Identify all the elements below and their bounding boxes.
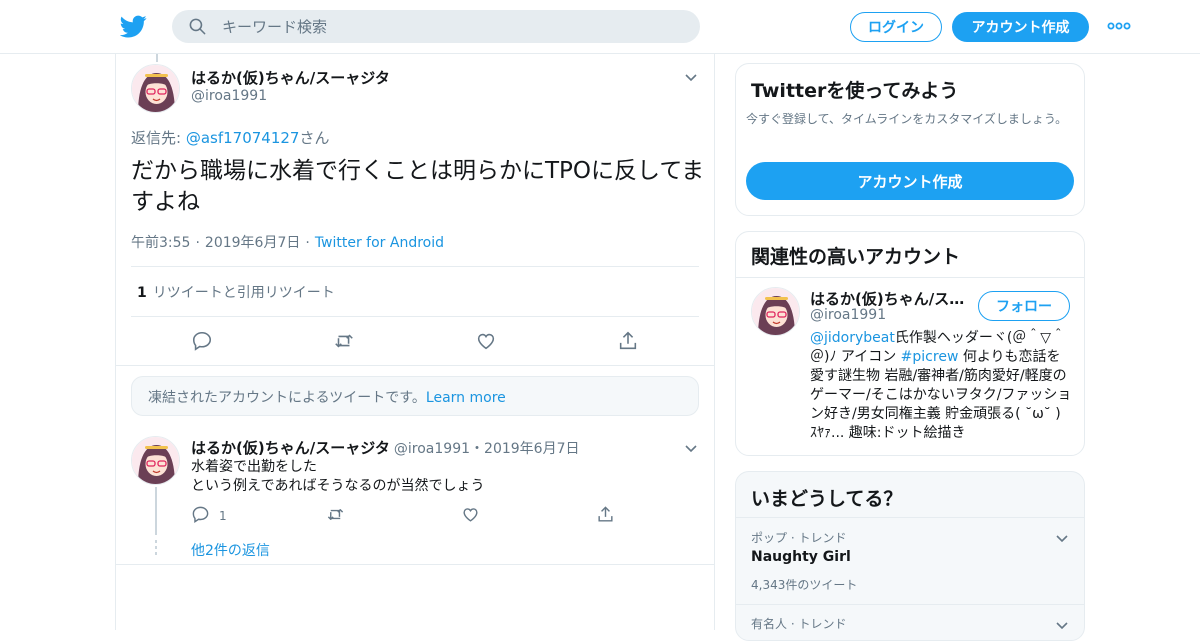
tweet-metadata: 午前3:55 · 2019年6月7日 · Twitter for Android: [131, 235, 445, 251]
reply-icon[interactable]: [191, 505, 210, 524]
retweet-stats[interactable]: 1 リツイートと引用リツイート: [137, 282, 335, 302]
show-more-replies-link[interactable]: 他2件の返信: [191, 540, 270, 560]
signup-card-title: Twitterを使ってみよう: [751, 80, 959, 102]
trends-card: いまどうしてる？ ポップ · トレンド Naughty Girl 4,343件の…: [735, 471, 1085, 641]
related-account-name[interactable]: はるか(仮)ちゃん/スーャジタ: [810, 288, 970, 309]
trends-title: いまどうしてる？: [751, 488, 903, 510]
avatar-illustration: [132, 65, 179, 112]
reply-suffix: さん: [299, 129, 330, 147]
thread-connector: [156, 54, 158, 62]
reply-icon[interactable]: [191, 330, 213, 352]
share-icon[interactable]: [617, 330, 639, 352]
divider: [131, 316, 699, 317]
avatar-illustration: [132, 437, 179, 484]
signup-card: Twitterを使ってみよう 今すぐ登録して、タイムラインをカスタマイズしましょ…: [735, 63, 1085, 216]
reply-header: はるか(仮)ちゃん/スーャジタ @iroa1991・2019年6月7日: [191, 437, 579, 458]
bio-mention-link[interactable]: @jidorybeat: [810, 330, 895, 346]
divider: [116, 365, 714, 366]
bio-hashtag-link[interactable]: #picrew: [901, 349, 959, 365]
signup-button[interactable]: アカウント作成: [952, 12, 1089, 42]
reply-date[interactable]: 2019年6月7日: [484, 441, 579, 457]
divider: [131, 266, 699, 267]
avatar[interactable]: [751, 287, 800, 336]
related-accounts-card: 関連性の高いアカウント はるか(仮)ちゃん/スーャジタ @iroa1991 フォ…: [735, 231, 1085, 456]
reply-text-line: という例えであればそうなるのが当然でしょう: [191, 478, 485, 494]
chevron-down-icon[interactable]: [1054, 530, 1070, 546]
tweet-time: 午前3:55: [131, 235, 191, 251]
author-name[interactable]: はるか(仮)ちゃん/スーャジタ: [191, 67, 390, 88]
reply-count: 1: [219, 509, 227, 523]
chevron-down-icon[interactable]: [683, 440, 699, 456]
avatar[interactable]: [131, 64, 180, 113]
chevron-down-icon[interactable]: [1054, 617, 1070, 633]
author-name[interactable]: はるか(仮)ちゃん/スーャジタ: [191, 439, 390, 457]
reply-text: 水着姿で出勤をした という例えであればそうなるのが当然でしょう: [191, 458, 484, 496]
reply-prefix: 返信先:: [131, 129, 186, 147]
learn-more-link[interactable]: Learn more: [426, 390, 506, 406]
related-accounts-title: 関連性の高いアカウント: [751, 246, 961, 268]
thread-connector: [155, 487, 157, 535]
thread-dots: [155, 540, 157, 558]
follow-button[interactable]: フォロー: [978, 291, 1070, 321]
main-column: はるか(仮)ちゃん/スーャジタ @iroa1991 返信先: @asf17074…: [115, 54, 715, 630]
suspended-account-notice: 凍結されたアカウントによるツイートです。Learn more: [131, 376, 699, 416]
reply-to-handle-link[interactable]: @asf17074127: [186, 129, 300, 147]
like-heart-icon[interactable]: [461, 505, 480, 524]
tweet-source-link[interactable]: Twitter for Android: [315, 235, 444, 251]
search-box[interactable]: [172, 10, 700, 43]
like-heart-icon[interactable]: [475, 330, 497, 352]
tweet-date: 2019年6月7日: [204, 235, 301, 251]
related-account-handle[interactable]: @iroa1991: [810, 307, 886, 323]
retweet-icon[interactable]: [333, 330, 355, 352]
trend-name: Naughty Girl: [751, 549, 851, 565]
retweet-icon[interactable]: [326, 505, 345, 524]
author-handle[interactable]: @iroa1991: [191, 88, 267, 104]
more-options-icon[interactable]: [1106, 19, 1132, 33]
avatar-illustration: [752, 288, 799, 335]
twitter-bird-icon[interactable]: [120, 13, 147, 40]
retweet-label: リツイートと引用リツイート: [152, 285, 335, 301]
share-icon[interactable]: [596, 505, 615, 524]
avatar[interactable]: [131, 436, 180, 485]
divider: [736, 277, 1084, 278]
reply-text-line: 水着姿で出勤をした: [191, 459, 317, 475]
chevron-down-icon[interactable]: [683, 69, 699, 85]
suspended-text: 凍結されたアカウントによるツイートです。: [148, 390, 426, 406]
search-input[interactable]: [222, 10, 682, 43]
tweet-text: だから職場に水着で行くことは明らかにTPOに反してますよね: [131, 158, 705, 215]
trend-item[interactable]: 有名人 · トレンド: [736, 605, 1084, 640]
signup-card-button[interactable]: アカウント作成: [746, 162, 1074, 200]
signup-card-subtitle: 今すぐ登録して、タイムラインをカスタマイズしましょう。: [746, 112, 1068, 126]
login-button[interactable]: ログイン: [850, 12, 942, 42]
reply-context: 返信先: @asf17074127さん: [131, 127, 329, 148]
retweet-count: 1: [137, 285, 147, 301]
related-account-bio: @jidorybeat氏作製ヘッダーヾ(＠＾▽＾＠)ﾉ アイコン #picrew…: [810, 329, 1072, 443]
trend-context: 有名人 · トレンド: [751, 617, 847, 631]
search-icon: [189, 18, 206, 35]
separator: ・: [470, 441, 485, 457]
author-handle[interactable]: @iroa1991: [394, 441, 470, 457]
top-bar: ログイン アカウント作成: [0, 0, 1200, 54]
trend-context: ポップ · トレンド: [751, 531, 847, 545]
trend-item[interactable]: ポップ · トレンド Naughty Girl 4,343件のツイート: [736, 518, 1084, 604]
trend-tweet-count: 4,343件のツイート: [751, 578, 858, 592]
divider: [116, 564, 714, 565]
